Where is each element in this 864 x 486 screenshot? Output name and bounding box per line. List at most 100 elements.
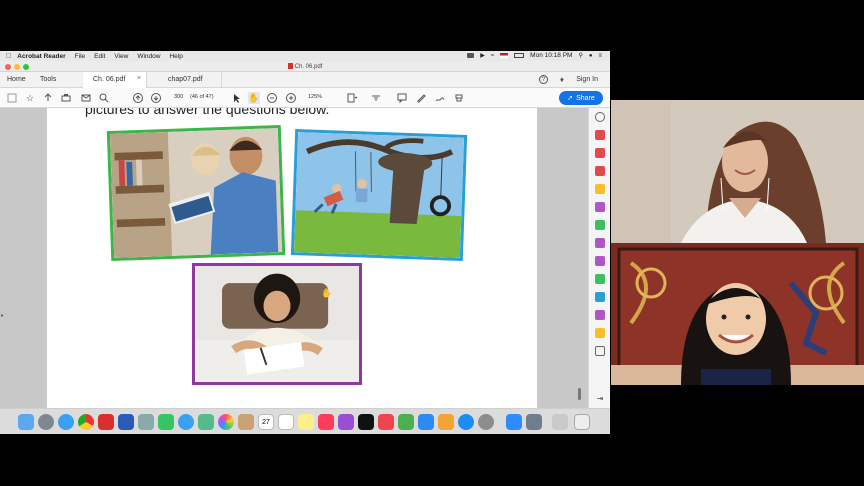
video-tile-student[interactable] <box>611 243 864 385</box>
preview-icon[interactable] <box>138 414 154 430</box>
menu-window[interactable]: Window <box>137 53 160 60</box>
launchpad-icon[interactable] <box>38 414 54 430</box>
instruction-text: pictures to answer the questions below. <box>85 108 330 117</box>
comment-icon[interactable] <box>396 92 408 104</box>
combine-files-icon[interactable] <box>595 202 605 212</box>
battery-icon[interactable] <box>514 53 525 58</box>
flag-icon[interactable] <box>500 53 509 58</box>
tab-tools[interactable]: Tools <box>40 76 56 83</box>
word-icon[interactable] <box>118 414 134 430</box>
reminders-icon[interactable] <box>278 414 294 430</box>
request-signature-icon[interactable] <box>595 310 605 320</box>
print-icon[interactable] <box>60 92 72 104</box>
calendar-icon[interactable]: 27 <box>258 414 274 430</box>
create-pdf-icon[interactable] <box>595 148 605 158</box>
organize-pages-icon[interactable] <box>595 220 605 230</box>
apple-icon[interactable]:  <box>6 53 11 60</box>
tv-icon[interactable] <box>358 414 374 430</box>
export-pdf-icon[interactable] <box>595 130 605 140</box>
stamp-tool-icon[interactable] <box>595 328 605 338</box>
tab-doc-chap07[interactable]: chap07.pdf <box>158 72 222 88</box>
zoom-menubar-icon[interactable] <box>467 53 475 58</box>
tab-home[interactable]: Home <box>7 76 26 83</box>
stamp-icon[interactable] <box>453 92 465 104</box>
panel-toggle-icon[interactable]: ▸ <box>1 312 4 319</box>
notes-icon[interactable] <box>298 414 314 430</box>
menu-view[interactable]: View <box>114 53 128 60</box>
news-icon[interactable] <box>378 414 394 430</box>
share-button[interactable]: ➚ Share <box>559 91 603 105</box>
spotlight-icon[interactable]: ⚲ <box>578 52 582 59</box>
safari-icon[interactable] <box>58 414 74 430</box>
hand-icon[interactable]: ✋ <box>248 92 260 104</box>
help-icon[interactable]: ? <box>539 75 548 84</box>
redact-icon[interactable] <box>595 238 605 248</box>
system-preferences-icon[interactable] <box>478 414 494 430</box>
vertical-scrollbar[interactable] <box>575 108 583 408</box>
save-icon[interactable] <box>6 92 18 104</box>
zoom-level[interactable]: 125% <box>308 94 322 100</box>
share-label: Share <box>576 94 595 102</box>
music-icon[interactable] <box>318 414 334 430</box>
scroll-mode-icon[interactable] <box>370 92 382 104</box>
bell-icon[interactable]: ♦ <box>560 75 564 84</box>
menu-app-name[interactable]: Acrobat Reader <box>17 53 65 60</box>
wifi-icon[interactable]: ≈ <box>491 53 494 59</box>
messages-icon[interactable] <box>178 414 194 430</box>
numbers-icon[interactable] <box>398 414 414 430</box>
facetime-icon[interactable] <box>158 414 174 430</box>
edit-pdf-icon[interactable] <box>595 166 605 176</box>
cast-icon[interactable]: ▶ <box>480 52 485 59</box>
page-number-input[interactable]: 300 <box>174 94 183 100</box>
sign-icon[interactable] <box>434 92 446 104</box>
upload-icon[interactable] <box>42 92 54 104</box>
more-tools-icon[interactable] <box>595 346 605 356</box>
fit-icon[interactable] <box>346 92 358 104</box>
acrobat-icon[interactable] <box>98 414 114 430</box>
page-up-icon[interactable] <box>132 92 144 104</box>
user-icon[interactable]: ● <box>589 53 593 59</box>
zoom-in-icon[interactable] <box>285 92 297 104</box>
downloads-stack-icon[interactable] <box>526 414 542 430</box>
pdf-page: pictures to answer the questions below. <box>47 108 537 408</box>
highlight-icon[interactable] <box>415 92 427 104</box>
bookmark-icon[interactable]: ☆ <box>24 92 36 104</box>
video-tile-teacher[interactable] <box>611 100 864 243</box>
close-icon[interactable]: × <box>137 75 141 82</box>
keynote-icon[interactable] <box>418 414 434 430</box>
main-toolbar: ☆ 300 (46 of 47) ✋ 125% ➚ Share <box>0 88 610 108</box>
collapse-pane-icon[interactable]: ⇥ <box>595 394 605 404</box>
podcasts-icon[interactable] <box>338 414 354 430</box>
zoom-app-icon[interactable] <box>506 414 522 430</box>
menu-edit[interactable]: Edit <box>94 53 105 60</box>
calendar-date: 27 <box>262 419 270 426</box>
control-center-icon[interactable]: ≡ <box>598 53 602 59</box>
compress-icon[interactable] <box>595 274 605 284</box>
search-icon[interactable] <box>595 112 605 122</box>
finder-icon[interactable] <box>18 414 34 430</box>
pdf-file-icon <box>287 63 293 69</box>
photos-icon[interactable] <box>218 414 234 430</box>
chrome-icon[interactable] <box>78 414 94 430</box>
trash-icon[interactable] <box>574 414 590 430</box>
page-down-icon[interactable] <box>150 92 162 104</box>
tab-doc-ch06[interactable]: Ch. 06.pdf × <box>83 72 147 88</box>
contacts-icon[interactable] <box>238 414 254 430</box>
app-store-icon[interactable] <box>458 414 474 430</box>
document-viewport[interactable]: ▸ pictures to answer the questions below… <box>0 108 588 408</box>
menubar-clock[interactable]: Mon 10:18 PM <box>530 52 572 59</box>
protect-icon[interactable] <box>595 256 605 266</box>
zoom-out-icon[interactable] <box>266 92 278 104</box>
comment-tool-icon[interactable] <box>595 184 605 194</box>
menu-help[interactable]: Help <box>169 53 182 60</box>
menu-file[interactable]: File <box>75 53 85 60</box>
sign-in-link[interactable]: Sign In <box>576 76 598 83</box>
maps-icon[interactable] <box>198 414 214 430</box>
email-icon[interactable] <box>80 92 92 104</box>
pages-icon[interactable] <box>438 414 454 430</box>
documents-stack-icon[interactable] <box>552 414 568 430</box>
pointer-icon[interactable] <box>230 92 242 104</box>
search-icon[interactable] <box>98 92 110 104</box>
scrollbar-thumb[interactable] <box>578 388 581 400</box>
fill-sign-icon[interactable] <box>595 292 605 302</box>
